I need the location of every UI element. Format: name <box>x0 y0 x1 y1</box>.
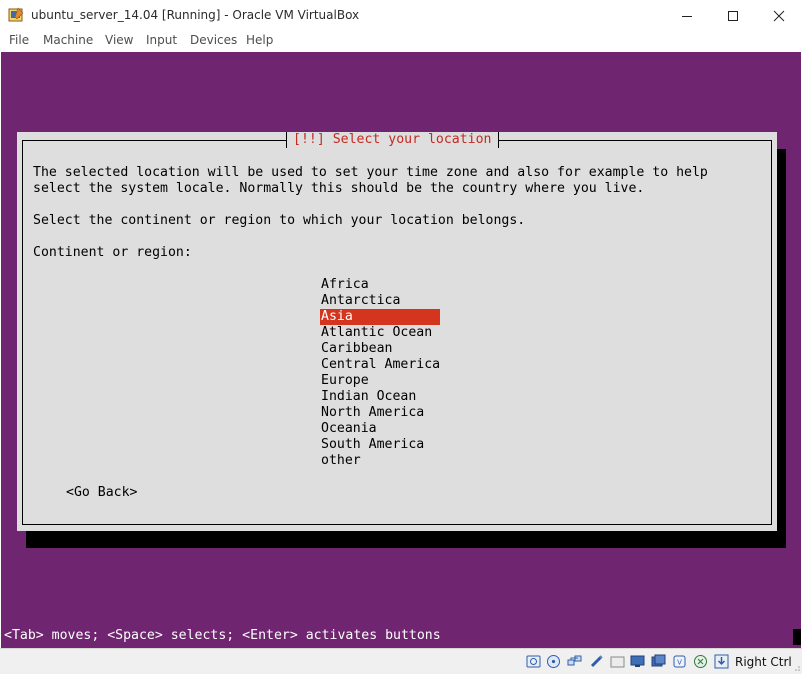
region-list[interactable]: Africa Antarctica Asia Atlantic Ocean Ca… <box>320 277 440 469</box>
menu-view[interactable]: View <box>105 33 133 47</box>
optical-drive-icon[interactable] <box>546 654 561 669</box>
keyboard-capture-icon[interactable] <box>714 654 729 669</box>
svg-text:V: V <box>677 659 682 667</box>
menubar: File Machine View Input Devices Help <box>0 31 802 52</box>
video-capture-icon[interactable] <box>651 654 666 669</box>
menu-help[interactable]: Help <box>246 33 273 47</box>
description-line-1: The selected location will be used to se… <box>33 165 708 180</box>
shared-folders-icon[interactable] <box>610 654 625 669</box>
region-option-asia[interactable]: Asia <box>320 309 440 325</box>
mouse-integration-icon[interactable] <box>693 654 708 669</box>
window-title: ubuntu_server_14.04 [Running] - Oracle V… <box>31 8 360 22</box>
region-option-north-america[interactable]: North America <box>320 405 440 421</box>
region-option-indian-ocean[interactable]: Indian Ocean <box>320 389 440 405</box>
menu-file[interactable]: File <box>9 33 29 47</box>
dialog-title: [!!] Select your location <box>286 132 499 148</box>
minimize-icon <box>682 15 692 17</box>
close-icon <box>773 10 785 21</box>
vm-status-bar: V Right Ctrl <box>0 648 802 674</box>
menu-input[interactable]: Input <box>146 33 177 47</box>
location-dialog: [!!] Select your location The selected l… <box>17 132 777 531</box>
continent-label: Continent or region: <box>33 245 192 260</box>
menu-machine[interactable]: Machine <box>43 33 93 47</box>
region-option-europe[interactable]: Europe <box>320 373 440 389</box>
maximize-button[interactable] <box>710 0 756 31</box>
region-prompt: Select the continent or region to which … <box>33 213 526 228</box>
region-option-caribbean[interactable]: Caribbean <box>320 341 440 357</box>
virtualbox-app-icon <box>8 7 24 22</box>
resize-grip-icon[interactable] <box>792 663 800 671</box>
cpu-icon[interactable]: V <box>672 654 687 669</box>
region-option-south-america[interactable]: South America <box>320 437 440 453</box>
usb-icon[interactable] <box>589 654 604 669</box>
region-option-atlantic-ocean[interactable]: Atlantic Ocean <box>320 325 440 341</box>
window-titlebar[interactable]: ubuntu_server_14.04 [Running] - Oracle V… <box>0 0 802 31</box>
hard-disk-icon[interactable] <box>526 654 541 669</box>
close-button[interactable] <box>756 0 802 31</box>
go-back-button[interactable]: <Go Back> <box>66 485 137 501</box>
host-key-label: Right Ctrl <box>735 655 792 669</box>
installer-help-line: <Tab> moves; <Space> selects; <Enter> ac… <box>4 628 441 643</box>
region-option-africa[interactable]: Africa <box>320 277 440 293</box>
region-option-oceania[interactable]: Oceania <box>320 421 440 437</box>
console-cursor <box>793 629 801 645</box>
display-icon[interactable] <box>630 654 645 669</box>
maximize-icon <box>728 10 738 21</box>
menu-devices[interactable]: Devices <box>190 33 237 47</box>
region-option-central-america[interactable]: Central America <box>320 357 440 373</box>
description-line-2: select the system locale. Normally this … <box>33 181 645 196</box>
vm-console-screen[interactable]: [!!] Select your location The selected l… <box>1 52 801 648</box>
region-option-antarctica[interactable]: Antarctica <box>320 293 440 309</box>
network-icon[interactable] <box>567 654 582 669</box>
region-option-other[interactable]: other <box>320 453 440 469</box>
minimize-button[interactable] <box>664 0 710 31</box>
